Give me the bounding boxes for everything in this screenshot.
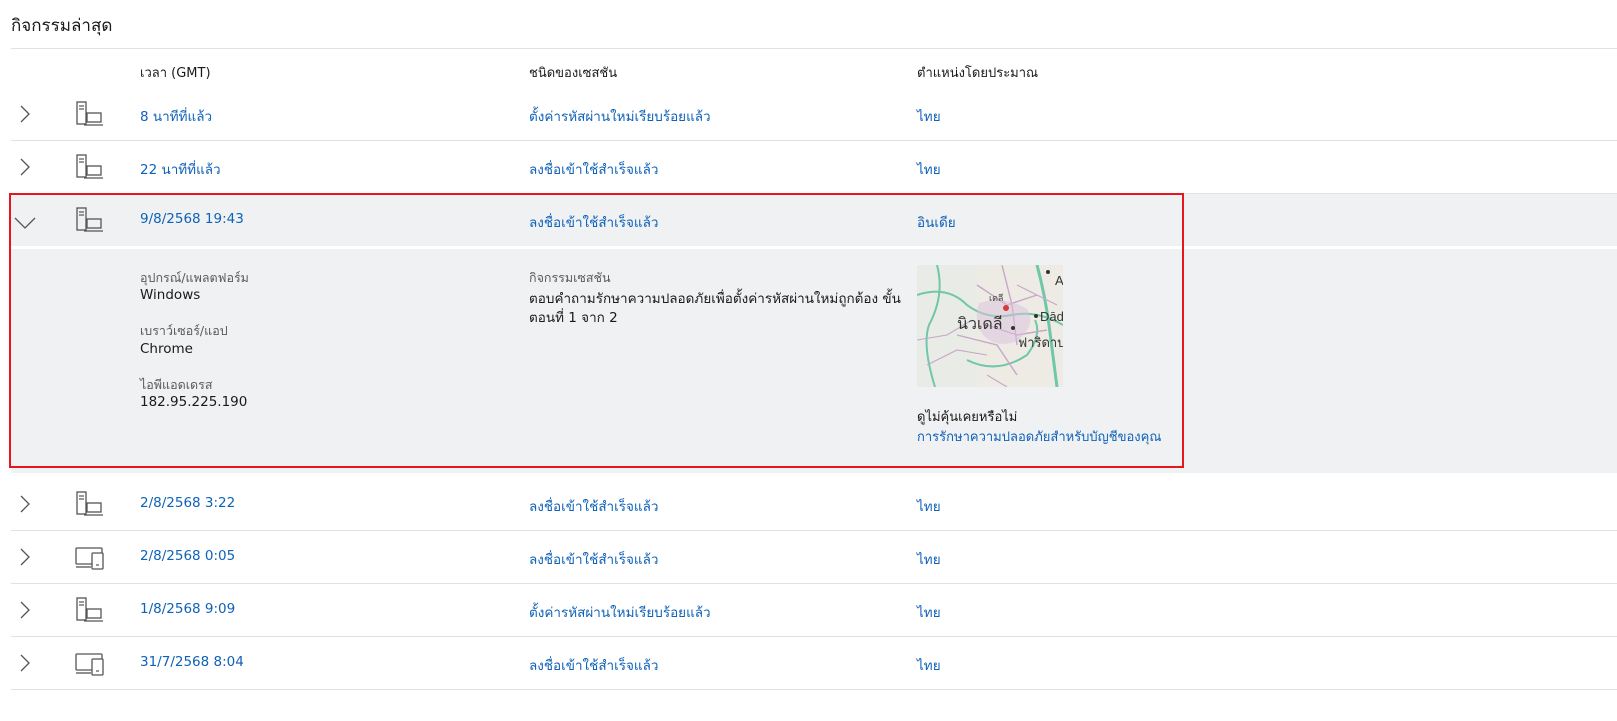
column-header-session-type: ชนิดของเซสชัน — [529, 66, 618, 81]
page-title: กิจกรรมล่าสุด — [11, 16, 113, 36]
chevron-right-icon[interactable] — [15, 600, 35, 620]
map-label-new-delhi: นิวเดลี — [957, 315, 1003, 333]
row-time-link[interactable]: 2/8/2568 3:22 — [140, 495, 235, 511]
row-time-link[interactable]: 2/8/2568 0:05 — [140, 548, 235, 564]
chevron-down-icon[interactable] — [13, 212, 37, 232]
row-time-link[interactable]: 8 นาทีที่แล้ว — [140, 105, 212, 127]
row-session-link[interactable]: ตั้งค่ารหัสผ่านใหม่เรียบร้อยแล้ว — [529, 601, 711, 623]
table-row[interactable]: 1/8/2568 9:09 ตั้งค่ารหัสผ่านใหม่เรียบร้… — [11, 584, 1617, 637]
row-time-link[interactable]: 1/8/2568 9:09 — [140, 601, 235, 617]
table-row[interactable]: 2/8/2568 0:05 ลงชื่อเข้าใช้สำเร็จแล้ว ไท… — [11, 531, 1617, 584]
ip-value: 182.95.225.190 — [140, 394, 248, 410]
row-location-link[interactable]: ไทย — [917, 105, 941, 127]
chevron-right-icon[interactable] — [15, 104, 35, 124]
desktop-computer-icon — [76, 207, 103, 232]
device-value: Windows — [140, 287, 201, 303]
browser-value: Chrome — [140, 341, 193, 357]
row-location-link[interactable]: ไทย — [917, 158, 941, 180]
row-time-link[interactable]: 9/8/2568 19:43 — [140, 211, 244, 227]
laptop-tablet-icon — [75, 547, 104, 570]
row-session-link[interactable]: ลงชื่อเข้าใช้สำเร็จแล้ว — [529, 158, 658, 180]
session-details-panel: อุปกรณ์/แพลตฟอร์ม Windows เบราว์เซอร์/แอ… — [11, 249, 1617, 473]
chevron-right-icon[interactable] — [15, 653, 35, 673]
row-time-link[interactable]: 22 นาทีที่แล้ว — [140, 158, 221, 180]
row-location-link[interactable]: ไทย — [917, 601, 941, 623]
map-label-faridabad: ฟาริดาบ — [1018, 335, 1063, 350]
row-location-link[interactable]: ไทย — [917, 548, 941, 570]
row-time-link[interactable]: 31/7/2568 8:04 — [140, 654, 244, 670]
row-location-link[interactable]: ไทย — [917, 654, 941, 676]
table-row[interactable]: 2/8/2568 3:22 ลงชื่อเข้าใช้สำเร็จแล้ว ไท… — [11, 478, 1617, 531]
ip-label: ไอพีแอดเดรส — [140, 377, 213, 392]
location-map: เดลี นิวเดลี Dād ฟาริดาบ A — [917, 265, 1063, 387]
map-label-top: A — [1055, 273, 1063, 288]
laptop-tablet-icon — [75, 653, 104, 676]
desktop-computer-icon — [76, 597, 103, 622]
row-location-link[interactable]: ไทย — [917, 495, 941, 517]
row-session-link[interactable]: ลงชื่อเข้าใช้สำเร็จแล้ว — [529, 654, 658, 676]
desktop-computer-icon — [76, 491, 103, 516]
unfamiliar-heading: ดูไม่คุ้นเคยหรือไม่ — [917, 410, 1018, 425]
divider — [11, 48, 1617, 49]
column-header-location: ตำแหน่งโดยประมาณ — [917, 66, 1039, 81]
chevron-right-icon[interactable] — [15, 157, 35, 177]
table-row[interactable]: 8 นาทีที่แล้ว ตั้งค่ารหัสผ่านใหม่เรียบร้… — [11, 88, 1617, 141]
map-image: เดลี นิวเดลี Dād ฟาริดาบ A — [917, 265, 1063, 387]
row-session-link[interactable]: ลงชื่อเข้าใช้สำเร็จแล้ว — [529, 211, 658, 233]
table-row-expanded[interactable]: 9/8/2568 19:43 ลงชื่อเข้าใช้สำเร็จแล้ว อ… — [11, 194, 1617, 247]
map-label-dadri: Dād — [1040, 309, 1063, 324]
device-label: อุปกรณ์/แพลตฟอร์ม — [140, 270, 249, 285]
desktop-computer-icon — [76, 101, 103, 126]
row-location-link[interactable]: อินเดีย — [917, 211, 956, 233]
session-activity-value-line2: ตอนที่ 1 จาก 2 — [529, 310, 618, 326]
map-label-delhi: เดลี — [989, 293, 1003, 303]
session-activity-label: กิจกรรมเซสชัน — [529, 270, 611, 285]
table-row[interactable]: 22 นาทีที่แล้ว ลงชื่อเข้าใช้สำเร็จแล้ว ไ… — [11, 141, 1617, 194]
chevron-right-icon[interactable] — [15, 494, 35, 514]
column-header-time: เวลา (GMT) — [140, 66, 211, 81]
browser-label: เบราว์เซอร์/แอป — [140, 323, 228, 338]
desktop-computer-icon — [76, 154, 103, 179]
chevron-right-icon[interactable] — [15, 547, 35, 567]
account-security-link[interactable]: การรักษาความปลอดภัยสำหรับบัญชีของคุณ — [917, 426, 1161, 447]
recent-activity-page: กิจกรรมล่าสุด เวลา (GMT) ชนิดของเซสชัน ต… — [0, 0, 1617, 721]
table-row[interactable]: 31/7/2568 8:04 ลงชื่อเข้าใช้สำเร็จแล้ว ไ… — [11, 637, 1617, 690]
row-session-link[interactable]: ลงชื่อเข้าใช้สำเร็จแล้ว — [529, 548, 658, 570]
row-session-link[interactable]: ตั้งค่ารหัสผ่านใหม่เรียบร้อยแล้ว — [529, 105, 711, 127]
row-session-link[interactable]: ลงชื่อเข้าใช้สำเร็จแล้ว — [529, 495, 658, 517]
